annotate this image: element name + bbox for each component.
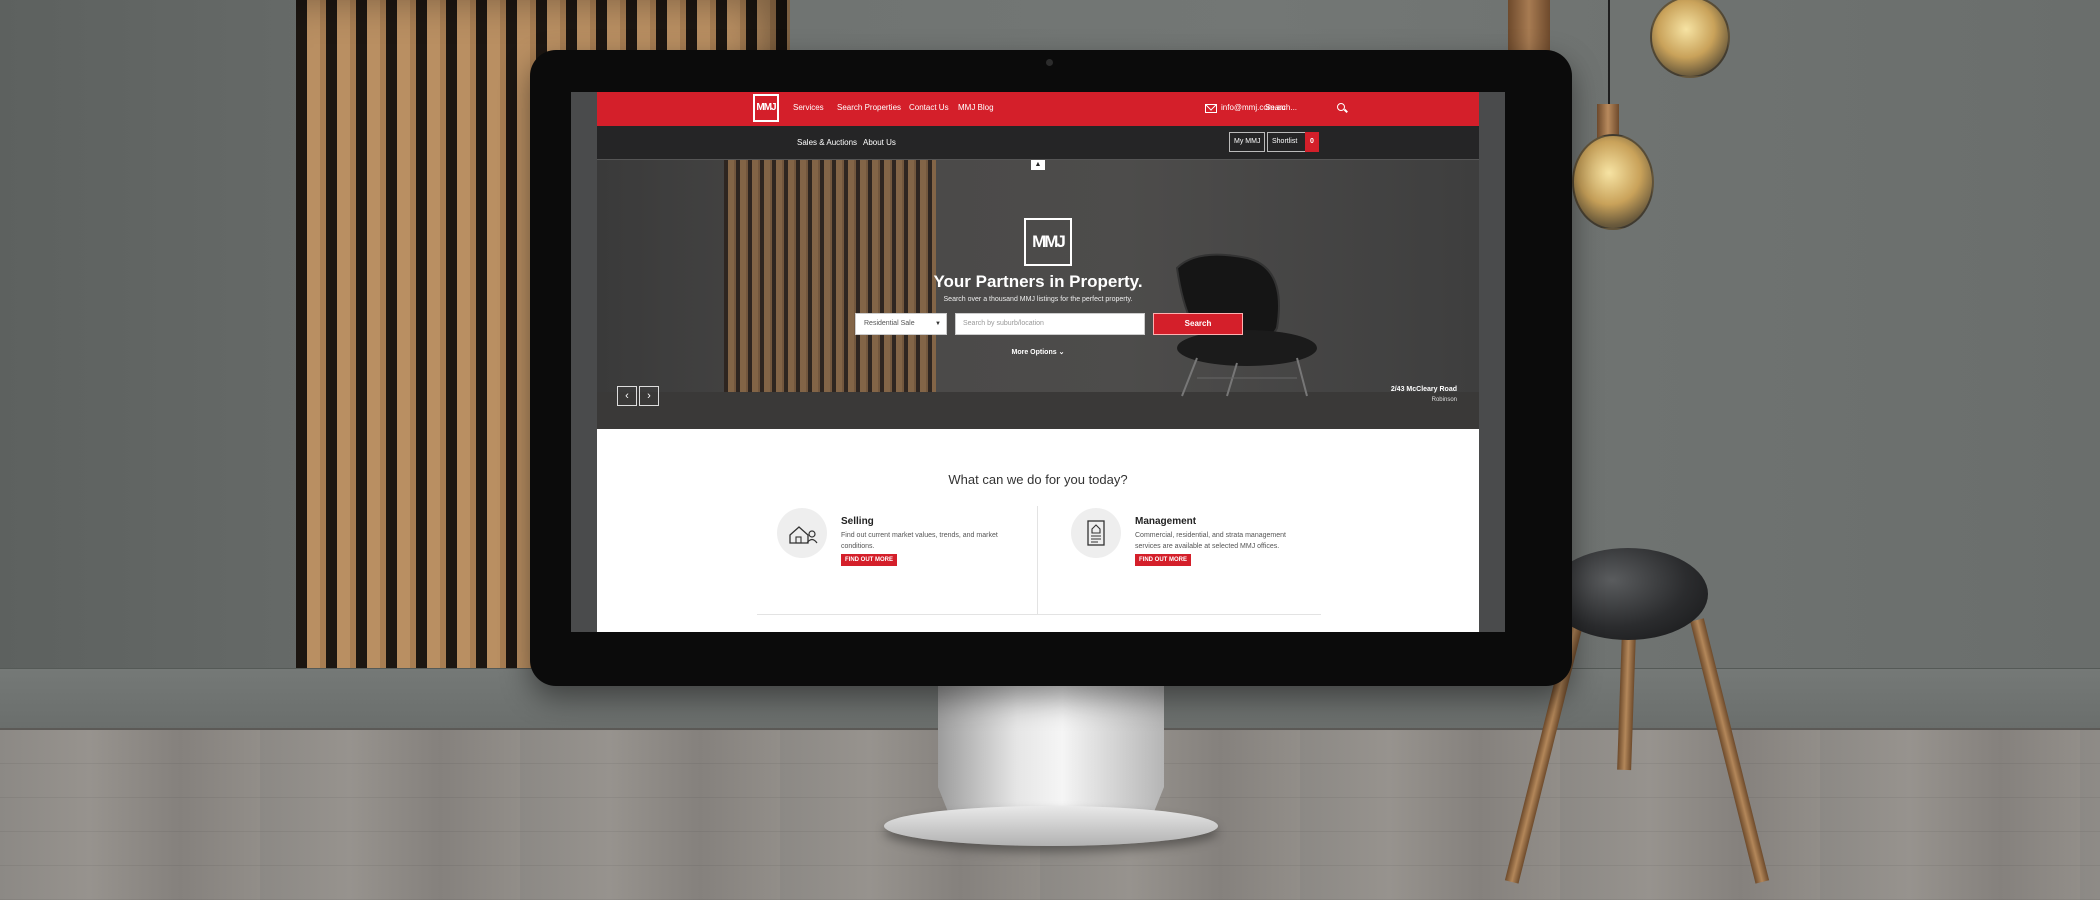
services-divider — [1037, 506, 1038, 614]
hero-subtitle: Search over a thousand MMJ listings for … — [943, 296, 1133, 303]
find-out-more-selling-button[interactable]: FIND OUT MORE — [841, 554, 897, 566]
collapse-nav-button[interactable]: ▲ — [1031, 160, 1045, 170]
hero-background-floor — [597, 392, 1479, 429]
service-desc-selling: Find out current market values, trends, … — [841, 532, 998, 550]
stool-seat — [1548, 548, 1708, 640]
nav-link-contact-us[interactable]: Contact Us — [909, 103, 949, 112]
nav-link-sales-auctions[interactable]: Sales & Auctions — [797, 138, 857, 147]
nav-link-about-us[interactable]: About Us — [863, 138, 896, 147]
dropdown-arrow-icon: ▼ — [935, 321, 941, 327]
secondary-nav: Sales & Auctions About Us My MMJ Shortli… — [597, 126, 1479, 160]
listing-type-select[interactable]: Residential Sale ▼ — [855, 313, 947, 335]
carousel-prev-button[interactable]: ‹ — [617, 386, 637, 406]
screen-gutter-right — [1479, 92, 1505, 632]
house-person-icon — [777, 508, 827, 558]
light-bulb — [1572, 134, 1654, 230]
screen-gutter-left — [571, 92, 597, 632]
nav-link-mmj-blog[interactable]: MMJ Blog — [958, 103, 994, 112]
apple-logo-icon — [1038, 644, 1062, 670]
service-title-selling: Selling — [841, 516, 874, 527]
listing-type-value: Residential Sale — [864, 320, 915, 327]
shortlist-label: Shortlist — [1272, 138, 1298, 145]
location-search-input[interactable]: Search by suburb/location — [955, 313, 1145, 335]
hero-background-slats — [724, 160, 936, 429]
carousel-next-button[interactable]: › — [639, 386, 659, 406]
nav-link-search-properties[interactable]: Search Properties — [837, 103, 901, 112]
site-logo[interactable]: MMJ — [753, 94, 779, 122]
camera-dot — [1046, 59, 1053, 66]
services-heading: What can we do for you today? — [948, 472, 1128, 487]
more-options-toggle[interactable]: More Options ⌄ — [597, 348, 1479, 356]
header-search-input[interactable]: Search... — [1265, 103, 1297, 112]
service-desc-management: Commercial, residential, and strata mana… — [1135, 532, 1286, 550]
more-options-label: More Options — [1011, 349, 1057, 356]
document-house-icon — [1071, 508, 1121, 558]
monitor-screen: MMJ Services Search Properties Contact U… — [571, 92, 1505, 632]
services-divider — [757, 614, 1321, 615]
search-icon[interactable] — [1337, 103, 1345, 111]
lamp-pole — [1508, 0, 1550, 52]
lamp-wire — [1608, 0, 1610, 106]
monitor-stand-base — [884, 806, 1218, 846]
primary-nav: MMJ Services Search Properties Contact U… — [597, 92, 1479, 126]
bulb-cap — [1597, 104, 1619, 138]
mail-icon — [1205, 104, 1217, 113]
shortlist-count-badge: 0 — [1305, 132, 1319, 152]
website: MMJ Services Search Properties Contact U… — [597, 92, 1479, 632]
listing-caption-title[interactable]: 2/43 McCleary Road — [1391, 386, 1457, 393]
search-button[interactable]: Search — [1153, 313, 1243, 335]
hero-banner: MMJ Your Partners in Property. Search ov… — [597, 160, 1479, 429]
hero-title: Your Partners in Property. — [933, 272, 1143, 291]
shortlist-button[interactable]: Shortlist 0 — [1267, 132, 1319, 152]
nav-link-services[interactable]: Services — [793, 103, 824, 112]
my-mmj-button[interactable]: My MMJ — [1229, 132, 1266, 152]
hero-logo: MMJ — [1024, 218, 1072, 266]
listing-caption-suburb: Robinson — [1431, 397, 1457, 403]
chevron-down-icon: ⌄ — [1058, 349, 1065, 356]
service-title-management: Management — [1135, 516, 1197, 527]
find-out-more-management-button[interactable]: FIND OUT MORE — [1135, 554, 1191, 566]
